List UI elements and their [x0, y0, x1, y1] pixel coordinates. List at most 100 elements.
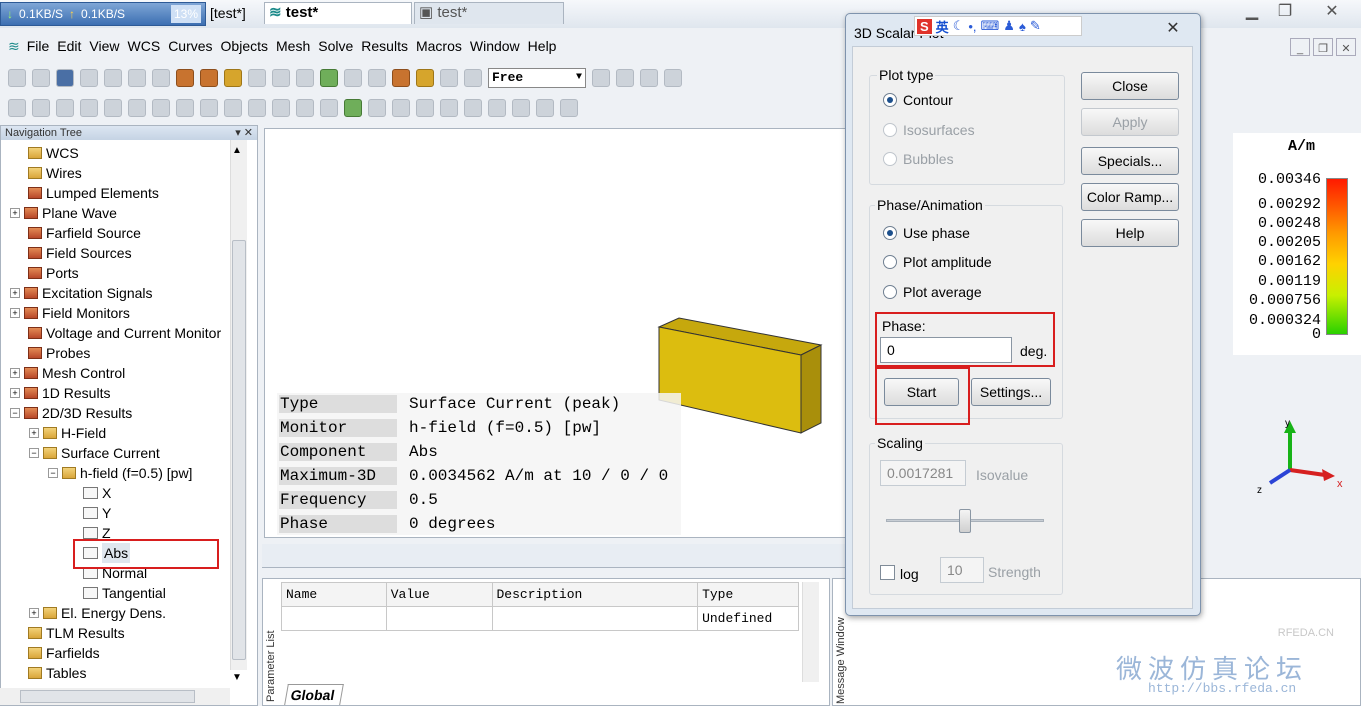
pick-edge-icon[interactable] — [272, 99, 290, 117]
radio-isosurfaces[interactable]: Isosurfaces — [883, 122, 975, 138]
pick-icon[interactable] — [320, 69, 338, 87]
tree-item-wcs[interactable]: WCS — [28, 143, 79, 163]
expand-icon[interactable]: + — [29, 428, 39, 438]
expand-icon[interactable]: + — [10, 368, 20, 378]
tree-item-surface-current[interactable]: − Surface Current — [29, 443, 160, 463]
radio-contour[interactable]: Contour — [883, 92, 953, 108]
nav-close-icon[interactable]: ▾ ✕ — [235, 126, 253, 140]
specials-button[interactable]: Specials... — [1081, 147, 1179, 175]
tree-item-probes[interactable]: Probes — [28, 343, 90, 363]
export-icon[interactable] — [512, 99, 530, 117]
log-checkbox[interactable] — [880, 565, 895, 580]
restore-icon[interactable]: ❐ — [1273, 2, 1297, 22]
mode-select[interactable]: Free — [488, 68, 586, 88]
measure-icon[interactable] — [664, 69, 682, 87]
tab-3d-view[interactable]: ≋ test* — [264, 2, 412, 24]
table-row[interactable]: Undefined — [281, 606, 799, 631]
menu-mesh[interactable]: Mesh — [272, 38, 314, 54]
mdi-minimize-icon[interactable]: _ — [1290, 38, 1310, 56]
save-icon[interactable] — [56, 69, 74, 87]
keyboard-icon[interactable]: ⌨ — [981, 18, 1000, 34]
table-icon[interactable] — [368, 99, 386, 117]
col-value[interactable]: Value — [385, 582, 493, 607]
tree-item-farfield-source[interactable]: Farfield Source — [28, 223, 141, 243]
import-icon[interactable] — [536, 99, 554, 117]
scroll-up-icon[interactable]: ▲ — [232, 145, 242, 156]
strength-input[interactable]: 10 — [940, 557, 984, 583]
color-ramp-button[interactable]: Color Ramp... — [1081, 183, 1179, 211]
zoom-icon[interactable] — [248, 69, 266, 87]
help-button[interactable]: Help — [1081, 219, 1179, 247]
torus-icon[interactable] — [104, 99, 122, 117]
punctuation-icon[interactable]: •, — [968, 19, 976, 34]
isovalue-input[interactable]: 0.0017281 — [880, 460, 966, 486]
tree-item-2d3d-results[interactable]: −2D/3D Results — [10, 403, 132, 423]
menu-solve[interactable]: Solve — [314, 38, 357, 54]
cell-value[interactable] — [385, 606, 493, 631]
tree-item-x[interactable]: X — [83, 483, 111, 503]
cone-icon[interactable] — [80, 99, 98, 117]
undo-icon[interactable] — [104, 69, 122, 87]
tree-item-tangential[interactable]: Tangential — [83, 583, 166, 603]
menu-edit[interactable]: Edit — [53, 38, 85, 54]
tree-item-excitation-signals[interactable]: + Excitation Signals — [10, 283, 153, 303]
print-icon[interactable] — [80, 69, 98, 87]
user-icon[interactable]: ♟ — [1003, 18, 1015, 34]
tab-global[interactable]: Global — [284, 684, 344, 705]
pick-face-icon[interactable] — [296, 99, 314, 117]
tree-item-mesh-control[interactable]: + Mesh Control — [10, 363, 125, 383]
pan-icon[interactable] — [224, 69, 242, 87]
tree-item-h-field[interactable]: + H-Field — [29, 423, 106, 443]
shirt-icon[interactable]: ♠ — [1019, 19, 1026, 34]
brick-icon[interactable] — [392, 69, 410, 87]
collapse-icon[interactable]: − — [29, 448, 39, 458]
tree-item-el-energy-dens[interactable]: + El. Energy Dens. — [29, 603, 166, 623]
menu-wcs[interactable]: WCS — [124, 38, 165, 54]
wireframe-icon[interactable] — [368, 69, 386, 87]
cell-description[interactable] — [491, 606, 699, 631]
result-icon[interactable] — [488, 99, 506, 117]
expand-icon[interactable]: + — [10, 388, 20, 398]
mdi-restore-icon[interactable]: ❐ — [1313, 38, 1333, 56]
redo-icon[interactable] — [128, 69, 146, 87]
moon-icon[interactable]: ☾ — [953, 18, 965, 34]
zoom-fit-icon[interactable] — [272, 69, 290, 87]
tree-item-tables[interactable]: Tables — [28, 663, 86, 683]
tree-item-1d-results[interactable]: +1D Results — [10, 383, 110, 403]
tree-item-lumped-elements[interactable]: Lumped Elements — [28, 183, 159, 203]
transform-icon[interactable] — [640, 69, 658, 87]
apply-button[interactable]: Apply — [1081, 108, 1179, 136]
settings-button[interactable]: Settings... — [971, 378, 1051, 406]
pick-point-icon[interactable] — [248, 99, 266, 117]
cylinder-icon[interactable] — [56, 99, 74, 117]
menu-help[interactable]: Help — [524, 38, 561, 54]
open-file-icon[interactable] — [32, 69, 50, 87]
extrude-icon[interactable] — [128, 99, 146, 117]
tree-item-field-sources[interactable]: Field Sources — [28, 243, 132, 263]
menu-curves[interactable]: Curves — [164, 38, 216, 54]
tab-schematic[interactable]: ▣ test* — [414, 2, 564, 24]
close-button[interactable]: Close — [1081, 72, 1179, 100]
grid-icon[interactable] — [344, 69, 362, 87]
minimize-icon[interactable]: ▁ — [1240, 2, 1264, 22]
solver-icon[interactable] — [464, 99, 482, 117]
tree-item-farfields[interactable]: Farfields — [28, 643, 100, 663]
reset-view-icon[interactable] — [296, 69, 314, 87]
align-wcs-icon[interactable] — [320, 99, 338, 117]
loft-icon[interactable] — [176, 99, 194, 117]
tree-scroll-thumb[interactable] — [232, 240, 246, 660]
scroll-down-icon[interactable]: ▼ — [232, 672, 242, 683]
wand-icon[interactable] — [440, 69, 458, 87]
tree-item-voltage-current-monitor[interactable]: Voltage and Current Monitor — [28, 323, 221, 343]
tree-item-wires[interactable]: Wires — [28, 163, 82, 183]
settings-gear-icon[interactable] — [416, 69, 434, 87]
chamfer-icon[interactable] — [224, 99, 242, 117]
expand-icon[interactable]: + — [29, 608, 39, 618]
menu-objects[interactable]: Objects — [217, 38, 272, 54]
boolean-icon[interactable] — [616, 69, 634, 87]
menu-window[interactable]: Window — [466, 38, 524, 54]
radio-use-phase[interactable]: Use phase — [883, 225, 970, 241]
brick-shape-icon[interactable] — [8, 99, 26, 117]
radio-plot-average[interactable]: Plot average — [883, 284, 982, 300]
rotate-shape-icon[interactable] — [152, 99, 170, 117]
